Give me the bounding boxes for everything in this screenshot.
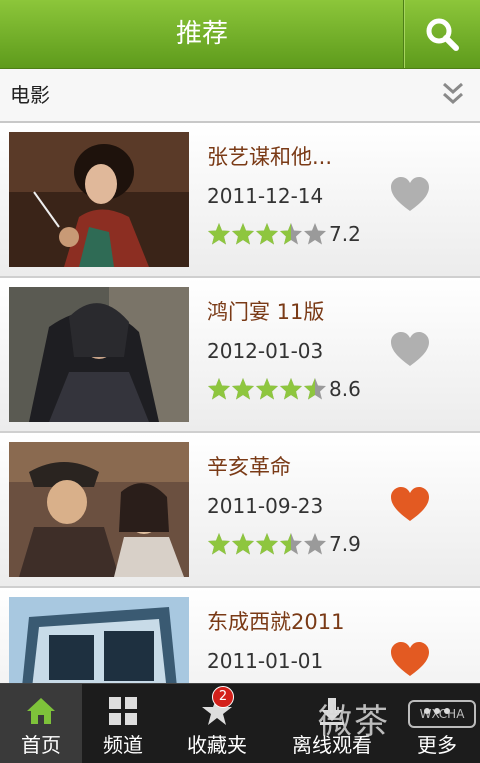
watermark-badge: WXCHA [408,700,476,728]
home-icon [27,698,55,724]
tab-label: 首页 [21,733,61,757]
star-icon [208,223,230,245]
release-date: 2011-12-14 [207,184,324,208]
double-chevron-down-icon[interactable] [442,81,464,107]
tab-label: 收藏夹 [187,733,247,757]
list-item[interactable]: 辛亥革命 2011-09-23 7.9 [0,433,480,588]
star-icon [208,378,230,400]
app-header: 推荐 [0,0,480,69]
movie-title[interactable]: 鸿门宴 11版 [207,296,324,326]
watermark-text: 微茶 [318,702,390,742]
tab-favorites[interactable]: 2 收藏夹 [164,684,270,763]
grid-icon [109,697,137,725]
rating-score: 7.2 [329,222,361,246]
star-icon [256,223,278,245]
category-label: 电影 [10,83,50,107]
rating: 8.6 [207,376,361,402]
star-icon [208,533,230,555]
star-icon [304,533,326,555]
rating-stars [207,532,327,556]
rating-stars [207,222,327,246]
star-icon [280,533,302,555]
movie-poster [9,132,189,267]
movie-list[interactable]: 张艺谋和他... 2011-12-14 7.2 鸿门宴 11版 2012-01-… [0,123,480,683]
release-date: 2011-09-23 [207,494,324,518]
movie-poster [9,442,189,577]
star-icon [304,223,326,245]
search-icon [426,18,459,51]
star-icon [256,378,278,400]
rating: 7.9 [207,531,361,557]
search-button[interactable] [403,0,480,68]
release-date: 2012-01-03 [207,339,324,363]
rating-score: 8.6 [329,377,361,401]
watermark-logo: 微茶 WXCHA [318,692,480,742]
favorite-heart-icon[interactable] [390,177,430,213]
rating-score: 7.9 [329,532,361,556]
movie-title[interactable]: 张艺谋和他... [207,141,332,171]
tab-channels[interactable]: 频道 [82,684,164,763]
favorite-heart-icon[interactable] [390,332,430,368]
tab-home[interactable]: 首页 [0,684,82,763]
list-item[interactable]: 鸿门宴 11版 2012-01-03 8.6 [0,278,480,433]
tab-label: 频道 [103,733,143,757]
page-title: 推荐 [175,19,228,49]
rating-stars [207,377,327,401]
star-icon [280,378,302,400]
star-icon [232,223,254,245]
favorite-heart-icon[interactable] [390,487,430,523]
movie-title[interactable]: 东成西就2011 [207,606,344,636]
release-date: 2011-01-01 [207,649,324,673]
list-item[interactable]: 张艺谋和他... 2011-12-14 7.2 [0,123,480,278]
movie-poster [9,287,189,422]
star-icon [232,378,254,400]
list-item[interactable]: 东成西就2011 2011-01-01 [0,588,480,683]
favorites-badge: 2 [212,686,234,708]
star-icon [232,533,254,555]
star-icon [280,223,302,245]
category-bar[interactable]: 电影 [0,69,480,123]
favorite-heart-icon[interactable] [390,642,430,678]
star-icon [304,378,326,400]
movie-title[interactable]: 辛亥革命 [207,451,291,481]
star-icon [256,533,278,555]
rating: 7.2 [207,221,361,247]
movie-poster [9,597,189,683]
